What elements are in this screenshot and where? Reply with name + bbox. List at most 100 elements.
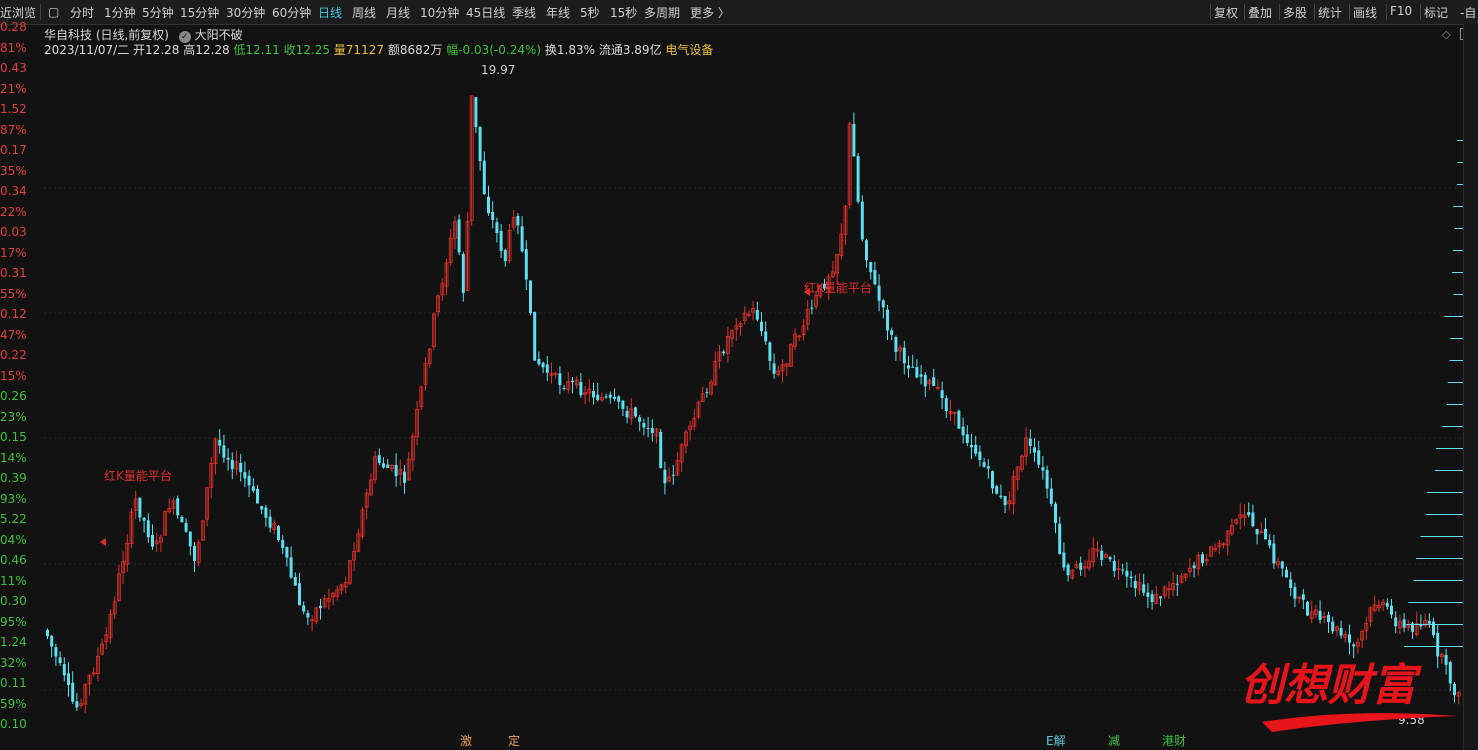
candle-body [617, 396, 621, 402]
volume-profile-bar [1406, 624, 1464, 625]
candle-body [596, 394, 600, 401]
candle-body [457, 219, 461, 253]
period-tab-12[interactable]: 年线 [546, 4, 570, 21]
candle-body [176, 498, 180, 516]
period-tab-3[interactable]: 15分钟 [180, 4, 219, 21]
period-tab-11[interactable]: 季线 [512, 4, 536, 21]
candle-body [386, 464, 390, 468]
candle-body [151, 534, 154, 547]
quote-bar: 2023/11/07/二 开12.28 高12.28 低12.11 收12.25… [44, 41, 713, 58]
candle-body [755, 309, 759, 320]
volume-profile-bar [1408, 602, 1464, 603]
candle-body [970, 444, 973, 448]
tool-button-7[interactable]: -自 [1460, 4, 1476, 21]
period-tab-10[interactable]: 45日线 [466, 4, 505, 21]
peak-price-label: 19.97 [481, 63, 515, 77]
candle-body [461, 254, 465, 293]
candle-body [403, 471, 406, 483]
axis-label: 0.03 [0, 225, 27, 239]
candle-body [1432, 621, 1435, 636]
candle-body [923, 374, 927, 387]
period-tab-0[interactable]: 分时 [70, 4, 94, 21]
axis-label: 23% [0, 409, 27, 424]
axis-label: 17% [0, 245, 27, 260]
volume-profile-bar [1442, 426, 1464, 427]
right-scrollbar[interactable] [1463, 24, 1478, 750]
event-tag[interactable]: 减 [1108, 732, 1120, 749]
event-tag[interactable]: 激 [460, 732, 472, 749]
candle-body [1041, 467, 1045, 471]
period-tab-1[interactable]: 1分钟 [104, 4, 136, 21]
candle-body [1079, 562, 1083, 570]
period-tab-2[interactable]: 5分钟 [142, 4, 174, 21]
event-tag[interactable]: 定 [508, 732, 520, 749]
tool-button-5[interactable]: F10 [1390, 4, 1412, 18]
period-tab-8[interactable]: 月线 [386, 4, 410, 21]
tool-button-2[interactable]: 多股 [1283, 4, 1307, 21]
candle-body [890, 330, 894, 335]
candle-body [760, 321, 763, 332]
candle-body [625, 410, 629, 418]
candle-body [1125, 570, 1129, 577]
candle-body [491, 211, 495, 221]
candle-body [1348, 634, 1351, 643]
candle-body [46, 629, 49, 637]
axis-label: 0.15 [0, 430, 27, 444]
quote-low: 低12.11 [233, 43, 280, 57]
tool-button-1[interactable]: 叠加 [1248, 4, 1272, 21]
period-tab-6[interactable]: 日线 [318, 4, 342, 21]
quote-sector[interactable]: 电气设备 [665, 43, 713, 57]
candle-body [62, 664, 66, 676]
axis-label: 14% [0, 450, 27, 465]
candle-body [613, 396, 616, 399]
volume-profile-bar [1420, 536, 1464, 537]
axis-label: 87% [0, 122, 27, 137]
event-tag[interactable]: 港财 [1162, 732, 1186, 749]
candlestick-chart[interactable]: 19.97红K量能平台红K量能平台9.58 [44, 60, 1464, 730]
candle-body [482, 160, 486, 195]
axis-label: 22% [0, 204, 27, 219]
period-tab-14[interactable]: 15秒 [610, 4, 637, 21]
period-tab-9[interactable]: 10分钟 [420, 4, 459, 21]
candle-body [478, 126, 482, 162]
period-tab-15[interactable]: 多周期 [644, 4, 680, 21]
panel-toggle-icon[interactable]: ▢ [48, 5, 59, 19]
quote-close: 收12.25 [283, 43, 330, 57]
candle-body [142, 517, 146, 521]
axis-label: 21% [0, 81, 27, 96]
candle-body [1247, 512, 1251, 516]
recent-browse-button[interactable]: 近浏览 [0, 4, 36, 21]
candle-body [764, 331, 768, 342]
tool-button-3[interactable]: 统计 [1318, 4, 1342, 21]
candle-body [1427, 620, 1431, 624]
signal-marker [100, 538, 106, 546]
period-tab-4[interactable]: 30分钟 [226, 4, 265, 21]
candle-body [1175, 583, 1179, 585]
event-tag[interactable]: E解 [1046, 732, 1066, 749]
candle-body [886, 309, 889, 331]
period-tab-5[interactable]: 60分钟 [272, 4, 311, 21]
tool-button-0[interactable]: 复权 [1214, 4, 1238, 21]
candle-body [1289, 579, 1293, 588]
axis-label: 81% [0, 40, 27, 55]
candle-body [1058, 523, 1062, 554]
candle-body [659, 431, 663, 468]
watermark-logo: 创想财富 [1240, 660, 1457, 732]
tool-button-6[interactable]: 标记 [1424, 4, 1448, 21]
candle-body [1150, 594, 1154, 602]
tool-button-4[interactable]: 画线 [1353, 4, 1377, 21]
candle-body [1385, 602, 1389, 607]
candle-body [520, 226, 524, 252]
candle-body [394, 464, 398, 477]
axis-label: 5.22 [0, 512, 27, 526]
indicator-name[interactable]: 大阳不破 [195, 28, 243, 42]
axis-label: 0.28 [0, 20, 27, 34]
period-tab-13[interactable]: 5秒 [580, 4, 600, 21]
period-tab-7[interactable]: 周线 [352, 4, 376, 21]
candle-body [663, 469, 667, 484]
candle-body [907, 365, 910, 369]
candle-body [932, 377, 936, 386]
diamond-icon[interactable]: ◇ [1442, 28, 1450, 41]
candle-body [1255, 528, 1259, 535]
period-tab-16[interactable]: 更多 〉 [690, 4, 730, 21]
